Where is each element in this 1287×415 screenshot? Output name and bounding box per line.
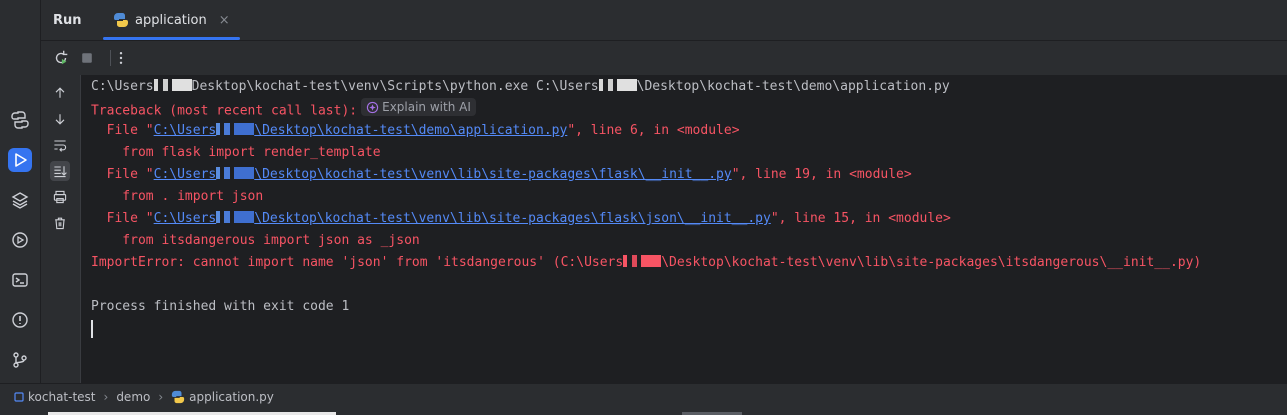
soft-wrap-icon[interactable] — [50, 135, 70, 155]
run-icon[interactable] — [8, 148, 32, 172]
module-icon — [14, 392, 24, 402]
run-toolbar — [41, 41, 1287, 75]
console-output[interactable]: C:\Users Desktop\kochat-test\venv\Scripts… — [81, 75, 1287, 383]
close-icon[interactable]: × — [219, 13, 230, 28]
rerun-icon[interactable] — [51, 48, 71, 68]
run-title: Run — [53, 13, 82, 28]
services-icon[interactable] — [8, 228, 32, 252]
python-file-icon — [172, 390, 185, 404]
text-cursor — [91, 320, 93, 338]
run-header: Run application × — [41, 0, 1287, 41]
breadcrumb-file[interactable]: application.py — [171, 390, 274, 404]
console-gutter — [41, 75, 81, 383]
traceback-code: from flask import render_template — [91, 145, 381, 160]
traceback-code: from itsdangerous import json as _json — [91, 233, 420, 248]
ai-sparkle-icon — [366, 101, 379, 113]
python-console-icon[interactable] — [8, 108, 32, 132]
tab-label: application — [135, 12, 207, 28]
layers-icon[interactable] — [8, 188, 32, 212]
stop-icon[interactable] — [77, 48, 97, 68]
breadcrumb: kochat-test › demo › application.py — [0, 383, 1287, 410]
tool-window-strip — [0, 0, 41, 383]
traceback-line: Traceback (most recent call last): Explai… — [91, 98, 476, 120]
taskbar-edge — [0, 409, 1287, 415]
traceback-code: from . import json — [91, 189, 264, 204]
scroll-to-end-icon[interactable] — [50, 161, 70, 181]
print-icon[interactable] — [50, 187, 70, 207]
scroll-down-icon[interactable] — [50, 109, 70, 129]
redacted-username — [153, 79, 192, 91]
redacted-username — [598, 79, 637, 91]
traceback-frame: File "C:\Users \Desktop\kochat-test\demo\… — [91, 123, 740, 138]
breadcrumb-project[interactable]: kochat-test — [14, 390, 96, 404]
more-options-icon[interactable] — [111, 48, 131, 68]
active-tab-indicator — [103, 37, 240, 40]
breadcrumb-folder[interactable]: demo — [116, 390, 150, 404]
redacted-username — [623, 255, 662, 267]
traceback-frame: File "C:\Users \Desktop\kochat-test\venv\… — [91, 211, 951, 226]
error-message: ImportError: cannot import name 'json' f… — [91, 255, 1202, 270]
chevron-right-icon: › — [158, 390, 164, 404]
terminal-icon[interactable] — [8, 268, 32, 292]
file-link[interactable]: C:\Users \Desktop\kochat-test\venv\lib\si… — [154, 211, 771, 226]
tab-application[interactable]: application × — [103, 0, 240, 40]
file-link[interactable]: C:\Users \Desktop\kochat-test\venv\lib\si… — [154, 167, 732, 182]
file-link[interactable]: C:\Users \Desktop\kochat-test\demo\applic… — [154, 123, 567, 138]
traceback-frame: File "C:\Users \Desktop\kochat-test\venv\… — [91, 167, 912, 182]
exit-message: Process finished with exit code 1 — [91, 299, 350, 314]
python-file-icon — [114, 13, 128, 27]
explain-with-ai-button[interactable]: Explain with AI — [361, 98, 476, 116]
command-line: C:\Users Desktop\kochat-test\venv\Scripts… — [91, 79, 950, 94]
git-icon[interactable] — [8, 348, 32, 372]
chevron-right-icon: › — [103, 390, 109, 404]
trash-icon[interactable] — [50, 213, 70, 233]
scroll-up-icon[interactable] — [50, 83, 70, 103]
problems-icon[interactable] — [8, 308, 32, 332]
